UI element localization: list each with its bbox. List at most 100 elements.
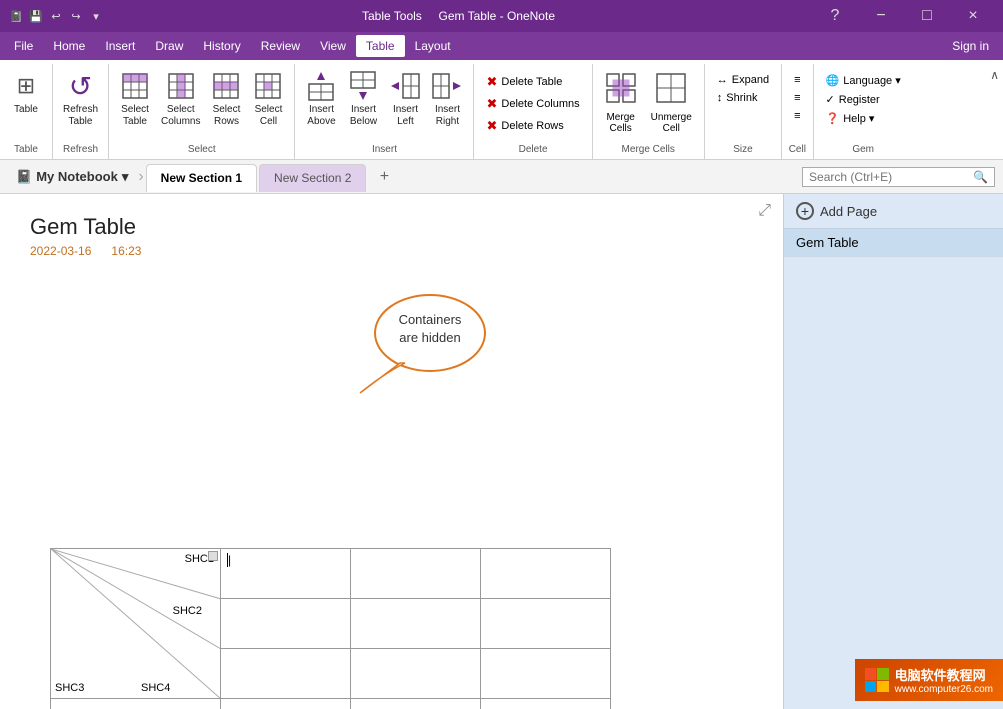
add-section-button[interactable]: + xyxy=(372,165,396,189)
tab-context-label: Table Tools xyxy=(362,9,422,23)
cell-r3c4[interactable] xyxy=(481,649,611,699)
menu-draw[interactable]: Draw xyxy=(145,35,193,57)
section-tab-2[interactable]: New Section 2 xyxy=(259,164,366,192)
select-columns-button[interactable]: SelectColumns xyxy=(157,68,204,130)
cell-r2c4[interactable] xyxy=(481,599,611,649)
add-page-button[interactable]: + Add Page xyxy=(784,194,1003,229)
customize-icon[interactable]: ▾ xyxy=(88,8,104,24)
table-button[interactable]: ⊞ Table xyxy=(6,68,46,118)
insert-below-button[interactable]: InsertBelow xyxy=(343,68,383,130)
unmerge-cell-label: UnmergeCell xyxy=(651,112,692,134)
insert-group-label: Insert xyxy=(299,142,469,159)
page-expand-button[interactable]: ⤢ xyxy=(758,202,771,220)
help-menu-label: Help ▾ xyxy=(843,112,874,125)
search-input[interactable] xyxy=(809,170,969,184)
menu-layout[interactable]: Layout xyxy=(405,35,461,57)
ribbon-group-select: SelectTable SelectColumns xyxy=(109,64,295,159)
menu-table[interactable]: Table xyxy=(356,35,405,57)
menu-home[interactable]: Home xyxy=(43,35,95,57)
select-rows-button[interactable]: SelectRows xyxy=(206,68,246,130)
minimize-button[interactable]: − xyxy=(859,0,903,32)
insert-above-button[interactable]: InsertAbove xyxy=(301,68,341,130)
speech-bubble-svg: Containers are hidden xyxy=(340,288,490,408)
language-button[interactable]: 🌐 Language ▾ xyxy=(820,72,907,89)
cell-r1c3[interactable] xyxy=(351,549,481,599)
delete-rows-button[interactable]: ✖ Delete Rows xyxy=(482,116,583,136)
ribbon-group-size-content: ↔ Expand ↕ Shrink xyxy=(709,64,777,142)
menu-history[interactable]: History xyxy=(193,35,250,57)
menu-file[interactable]: File xyxy=(4,35,43,57)
shrink-icon: ↕ xyxy=(717,92,723,104)
unmerge-cell-icon xyxy=(655,72,687,110)
ribbon-group-select-content: SelectTable SelectColumns xyxy=(113,64,290,142)
help-menu-button[interactable]: ❓ Help ▾ xyxy=(820,110,907,127)
page-date: 2022-03-16 16:23 xyxy=(30,244,753,258)
page-body: Containers are hidden xyxy=(30,278,730,678)
insert-right-button[interactable]: InsertRight xyxy=(427,68,467,130)
insert-left-button[interactable]: InsertLeft xyxy=(385,68,425,130)
menu-view[interactable]: View xyxy=(310,35,356,57)
maximize-button[interactable]: □ xyxy=(905,0,949,32)
insert-below-icon xyxy=(349,70,377,102)
cell-r4c3[interactable] xyxy=(351,699,481,709)
cell-r3c3[interactable] xyxy=(351,649,481,699)
insert-above-icon xyxy=(307,70,335,102)
cell-r2c2[interactable] xyxy=(221,599,351,649)
notebook-name[interactable]: 📓 My Notebook ▾ xyxy=(8,165,136,189)
watermark: 电脑软件教程网 www.computer26.com xyxy=(855,659,1003,701)
cell-r1c2[interactable]: | xyxy=(221,549,351,599)
cell-r2c3[interactable] xyxy=(351,599,481,649)
cell-r1c4[interactable] xyxy=(481,549,611,599)
delete-table-button[interactable]: ✖ Delete Table xyxy=(482,72,583,92)
select-cell-button[interactable]: SelectCell xyxy=(248,68,288,130)
cell-r3c2[interactable] xyxy=(221,649,351,699)
diagonal-merged-cell[interactable]: SHC1 SHC2 SHC3 SHC4 xyxy=(51,549,221,699)
sign-in-button[interactable]: Sign in xyxy=(942,35,999,57)
redo-icon[interactable]: ↪ xyxy=(68,8,84,24)
speech-bubble-container: Containers are hidden xyxy=(340,288,490,411)
cell-r4c2[interactable] xyxy=(221,699,351,709)
merge-cells-button[interactable]: MergeCells xyxy=(599,68,643,138)
select-cell-label: SelectCell xyxy=(255,104,283,128)
cell-drag-handle[interactable] xyxy=(208,551,218,561)
cell-r4c4[interactable] xyxy=(481,699,611,709)
collapse-ribbon-button[interactable]: ∧ xyxy=(986,64,1003,159)
select-table-icon xyxy=(121,70,149,102)
onenote-logo-icon: 📓 xyxy=(8,8,24,24)
save-icon[interactable]: 💾 xyxy=(28,8,44,24)
refresh-table-button[interactable]: ↺ RefreshTable xyxy=(59,68,102,130)
notebook-bar: 📓 My Notebook ▾ › New Section 1 New Sect… xyxy=(0,160,1003,194)
insert-left-icon xyxy=(389,70,421,102)
watermark-text: 电脑软件教程网 www.computer26.com xyxy=(895,665,993,695)
select-table-button[interactable]: SelectTable xyxy=(115,68,155,130)
section-tab-1[interactable]: New Section 1 xyxy=(146,164,257,192)
refresh-icon: ↺ xyxy=(69,70,92,102)
watermark-title: 电脑软件教程网 xyxy=(895,665,993,684)
delete-columns-button[interactable]: ✖ Delete Columns xyxy=(482,94,583,114)
expand-button[interactable]: ↔ Expand xyxy=(711,72,775,88)
close-button[interactable]: × xyxy=(951,0,995,32)
table-button-label: Table xyxy=(14,104,38,116)
menu-insert[interactable]: Insert xyxy=(95,35,145,57)
register-button[interactable]: ✓ Register xyxy=(820,91,907,108)
menu-review[interactable]: Review xyxy=(251,35,310,57)
notebook-dropdown-icon: ▾ xyxy=(122,169,129,185)
page-item-gem-table[interactable]: Gem Table xyxy=(784,229,1003,257)
align-middle-button[interactable]: ≡ xyxy=(788,90,806,106)
shc2-label: SHC2 xyxy=(173,605,202,617)
undo-icon[interactable]: ↩ xyxy=(48,8,64,24)
align-top-button[interactable]: ≡ xyxy=(788,72,806,88)
align-middle-icon: ≡ xyxy=(794,92,800,104)
shrink-button[interactable]: ↕ Shrink xyxy=(711,90,775,106)
expand-label: Expand xyxy=(732,74,769,86)
delete-columns-label: Delete Columns xyxy=(501,98,579,110)
insert-right-icon xyxy=(431,70,463,102)
align-bottom-button[interactable]: ≡ xyxy=(788,108,806,124)
ribbon-group-refresh: ↺ RefreshTable Refresh xyxy=(53,64,109,159)
unmerge-cell-button[interactable]: UnmergeCell xyxy=(645,68,698,138)
cell-r4c1[interactable] xyxy=(51,699,221,709)
search-icon[interactable]: 🔍 xyxy=(973,170,988,184)
language-icon: 🌐 xyxy=(826,74,840,87)
help-button[interactable]: ? xyxy=(813,0,857,32)
svg-text:are hidden: are hidden xyxy=(399,330,460,345)
